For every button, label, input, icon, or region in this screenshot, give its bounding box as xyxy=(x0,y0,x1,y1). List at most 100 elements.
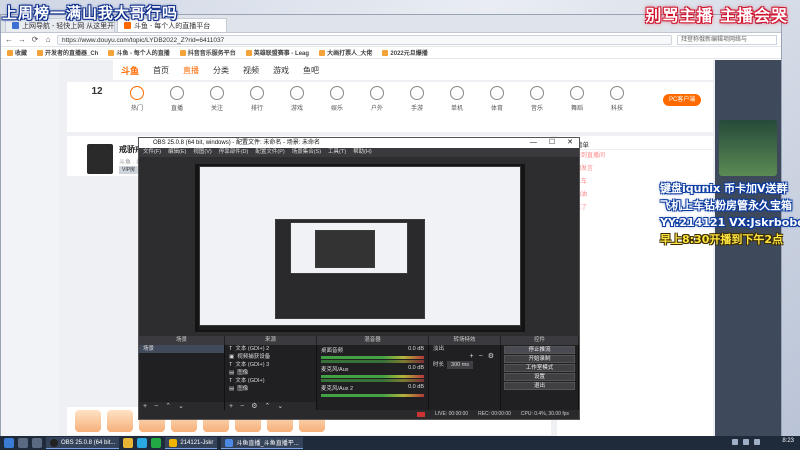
remove-icon[interactable]: − xyxy=(479,353,483,361)
category-item[interactable]: 游戏 xyxy=(277,86,317,128)
back-arrow-icon[interactable]: ← xyxy=(5,35,13,44)
category-item[interactable]: 排行 xyxy=(237,86,277,128)
source-item[interactable]: T 文本 (GDI+) 3 xyxy=(225,361,316,369)
bookmark-item[interactable]: 开发者的直播器_Ch xyxy=(37,48,98,57)
douyu-logo[interactable]: 斗鱼 xyxy=(121,64,139,77)
wechat-icon[interactable] xyxy=(151,438,162,448)
exit-button[interactable]: 退出 xyxy=(504,382,575,390)
menu-profile[interactable]: 配置文件(P) xyxy=(255,148,284,157)
taskbar-app-obs[interactable]: OBS 25.0.8 (64 bit... xyxy=(46,437,120,449)
start-recording-button[interactable]: 开始录制 xyxy=(504,355,575,363)
ad-banner[interactable] xyxy=(719,120,777,176)
source-item[interactable]: T 文本 (GDI+) 2 xyxy=(225,345,316,353)
volume-meter xyxy=(321,356,424,359)
avatar[interactable] xyxy=(87,144,113,174)
menu-tools[interactable]: 工具(T) xyxy=(328,148,346,157)
gear-icon[interactable]: ⚙ xyxy=(488,353,494,361)
overlay-line: 早上8:30开播到下午2点 xyxy=(660,233,784,246)
duration-input[interactable]: 300 ms xyxy=(447,361,474,369)
windows-start-icon[interactable] xyxy=(4,438,14,448)
folder-icon xyxy=(37,49,44,56)
close-button[interactable]: ✕ xyxy=(567,138,573,148)
source-item[interactable]: ▣ 视频捕获设备 xyxy=(225,353,316,361)
category-item[interactable]: 科技 xyxy=(597,86,637,128)
category-item[interactable]: 户外 xyxy=(357,86,397,128)
address-bar[interactable]: https://www.douyu.com/topic/LYDB2022_Z?r… xyxy=(57,34,672,45)
bookmark-item[interactable]: 英雄联盟赛事 - Leag xyxy=(245,48,309,57)
category-item[interactable]: 热门 xyxy=(117,86,157,128)
transition-select[interactable]: 淡出 xyxy=(429,345,500,353)
studio-mode-button[interactable]: 工作室模式 xyxy=(504,364,575,372)
menu-help[interactable]: 帮助(H) xyxy=(353,148,372,157)
text-icon: T xyxy=(229,346,233,352)
nav-game[interactable]: 游戏 xyxy=(273,65,289,76)
nav-video[interactable]: 视频 xyxy=(243,65,259,76)
category-item[interactable]: 体育 xyxy=(477,86,517,128)
scene-item[interactable]: 场景 xyxy=(139,345,224,353)
ball-icon xyxy=(490,86,504,100)
vip-badge[interactable]: VIP房 xyxy=(119,166,139,174)
home-icon[interactable]: ⌂ xyxy=(44,35,52,44)
mixer-dock: 桌面音频 0.0 dB 麦克风/Aux 0.0 dB 麦克风/Aux 2 0.0 dB xyxy=(317,345,429,411)
volume-slider[interactable] xyxy=(321,379,424,382)
bookmark-item[interactable]: 收藏 xyxy=(7,48,27,57)
gift-item[interactable] xyxy=(75,410,101,432)
menu-view[interactable]: 视图(V) xyxy=(193,148,211,157)
tab-favicon-icon xyxy=(12,22,19,29)
gift-item[interactable] xyxy=(107,410,133,432)
nav-live[interactable]: 直播 xyxy=(183,65,199,76)
category-item[interactable]: 手游 xyxy=(397,86,437,128)
category-item[interactable]: 音乐 xyxy=(517,86,557,128)
console-icon xyxy=(450,86,464,100)
menu-scene-collection[interactable]: 场景集合(S) xyxy=(292,148,321,157)
stream-overlay-warning: 别骂主播 主播会哭 xyxy=(645,6,788,25)
controls-dock: 停止推流 开始录制 工作室模式 设置 退出 xyxy=(501,345,579,411)
category-item[interactable]: 12 xyxy=(77,86,117,128)
ime-icon[interactable] xyxy=(754,439,760,445)
search-icon[interactable] xyxy=(18,438,28,448)
nav-home[interactable]: 首页 xyxy=(153,65,169,76)
clock[interactable]: 8:23 xyxy=(782,438,794,444)
bookmark-item[interactable]: 抖音音乐服务平台 xyxy=(179,48,236,57)
obs-preview-canvas[interactable] xyxy=(195,164,525,332)
category-item[interactable]: 直播 xyxy=(157,86,197,128)
bookmark-item[interactable]: 2022元旦爆播 xyxy=(382,48,428,57)
refresh-icon[interactable]: ⟳ xyxy=(31,35,39,44)
pc-client-button[interactable]: PC客户端 xyxy=(663,94,702,106)
stop-streaming-button[interactable]: 停止推流 xyxy=(504,346,575,354)
network-icon[interactable] xyxy=(732,439,738,445)
mixer-channel: 麦克风/Aux 2 0.0 dB xyxy=(321,384,424,392)
tab-favicon-icon xyxy=(124,22,131,29)
minimize-button[interactable]: — xyxy=(530,138,537,148)
menu-docks[interactable]: 停靠部件(D) xyxy=(219,148,249,157)
bookmark-item[interactable]: 斗鱼 - 每个人的直播 xyxy=(108,48,170,57)
nav-category[interactable]: 分类 xyxy=(213,65,229,76)
forward-arrow-icon[interactable]: → xyxy=(18,35,26,44)
left-sidebar xyxy=(1,60,59,436)
folder-icon[interactable] xyxy=(123,438,134,448)
add-icon[interactable]: + xyxy=(470,353,474,361)
source-item[interactable]: T 文本 (GDI+) xyxy=(225,377,316,385)
category-item[interactable]: 单机 xyxy=(437,86,477,128)
right-strip xyxy=(715,60,781,436)
nav-yuba[interactable]: 鱼吧 xyxy=(303,65,319,76)
category-item[interactable]: 舞蹈 xyxy=(557,86,597,128)
taskbar-app-browser[interactable]: 斗鱼直播_斗鱼直播平... xyxy=(221,437,303,449)
source-item[interactable]: ▤ 图像 xyxy=(225,369,316,377)
category-item[interactable]: 娱乐 xyxy=(317,86,357,128)
search-input[interactable]: 拜登称俄新编辑项网络与 xyxy=(677,34,777,45)
volume-icon[interactable] xyxy=(743,439,749,445)
menu-edit[interactable]: 编辑(E) xyxy=(168,148,186,157)
category-item[interactable]: 关注 xyxy=(197,86,237,128)
edge-icon[interactable] xyxy=(137,438,148,448)
volume-slider[interactable] xyxy=(321,360,424,363)
source-item[interactable]: ▤ 图像 xyxy=(225,385,316,393)
menu-file[interactable]: 文件(F) xyxy=(143,148,161,157)
maximize-button[interactable]: ☐ xyxy=(549,138,555,148)
settings-button[interactable]: 设置 xyxy=(504,373,575,381)
taskbar-app-yy[interactable]: 214121-Jskr xyxy=(165,437,218,449)
bookmark-item[interactable]: 大画打票人_大佬 xyxy=(319,48,372,57)
chat-message: 请文明发言 xyxy=(557,163,713,176)
task-view-icon[interactable] xyxy=(32,438,42,448)
transition-duration-row: 时长 300 ms xyxy=(429,361,500,369)
